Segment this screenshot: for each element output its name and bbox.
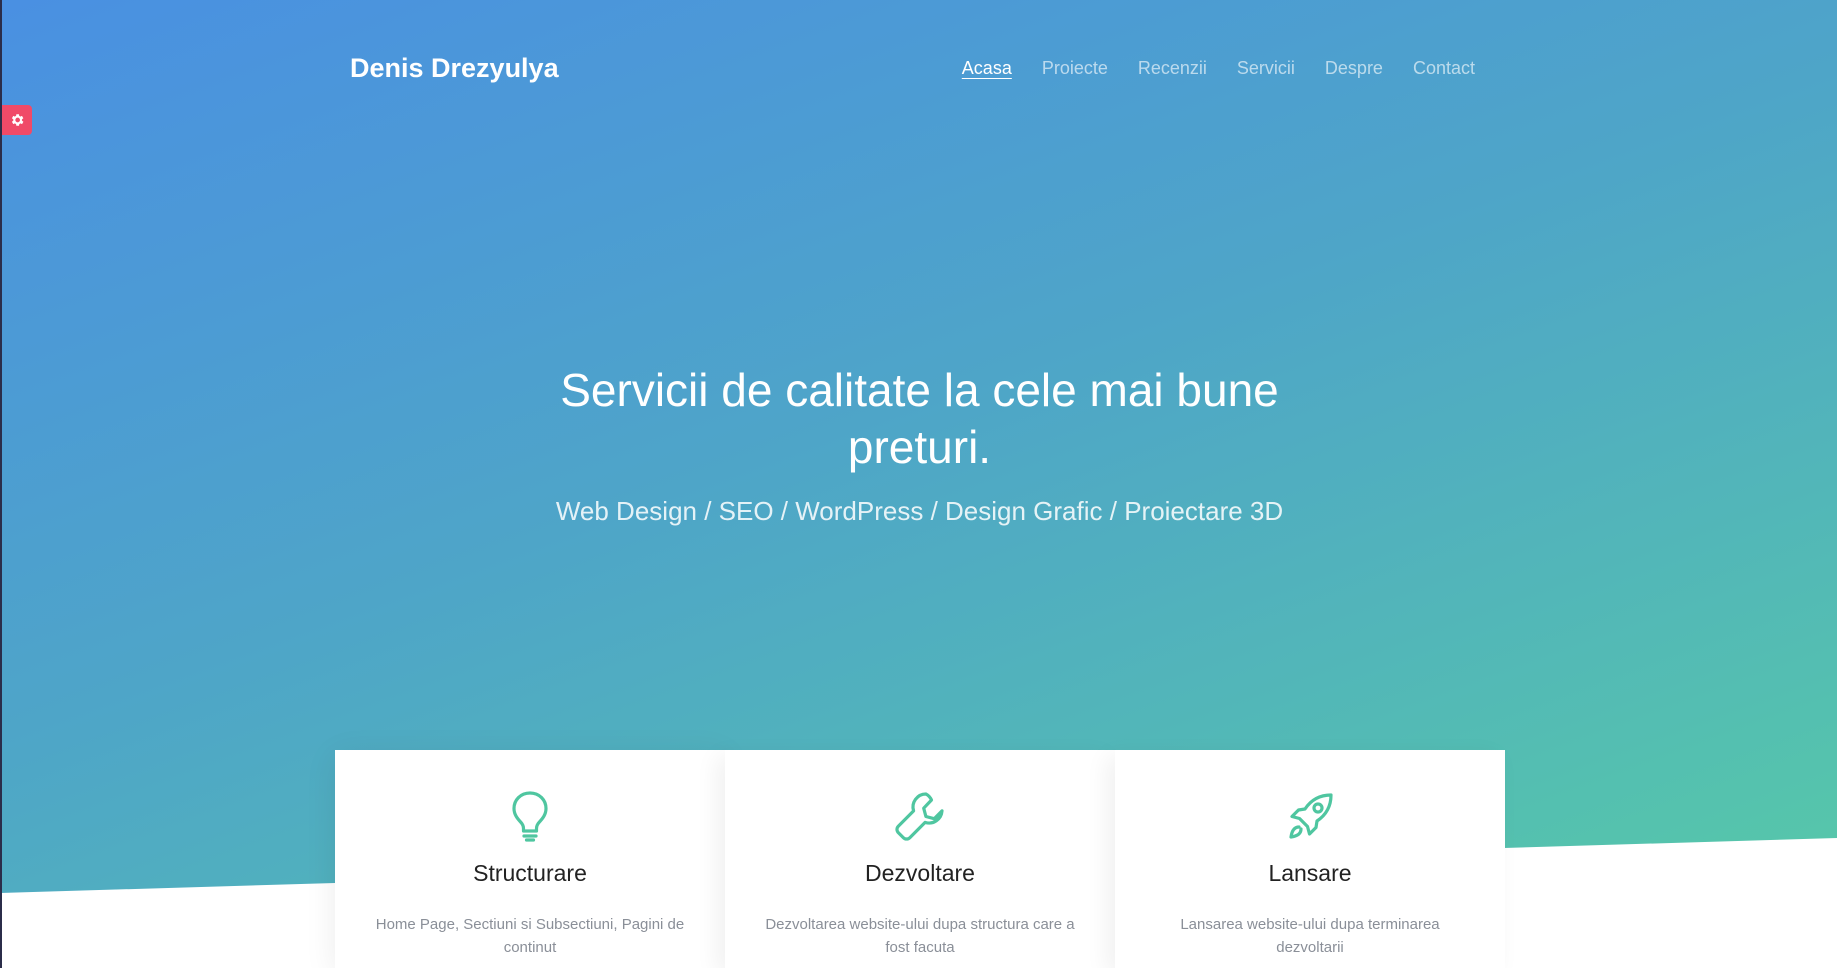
nav-link-recenzii[interactable]: Recenzii [1138,58,1207,79]
nav-link-acasa[interactable]: Acasa [962,58,1012,79]
nav-link-proiecte[interactable]: Proiecte [1042,58,1108,79]
gear-icon [11,114,24,126]
card-description: Lansarea website-ului dupa terminarea de… [1180,916,1440,956]
card-description: Dezvoltarea website-ului dupa structura … [765,916,1075,956]
service-card-lansare: Lansare Lansarea website-ului dupa termi… [1115,750,1505,968]
main-nav: Acasa Proiecte Recenzii Servicii Despre … [962,58,1475,79]
service-card-structurare: Structurare Home Page, Sectiuni si Subse… [335,750,725,968]
hero-tagline: Web Design / SEO / WordPress / Design Gr… [555,496,1284,526]
brand-logo[interactable]: Denis Drezyulya [350,53,559,84]
site-header: Denis Drezyulya Acasa Proiecte Recenzii … [350,44,1475,92]
wrench-icon [725,788,1115,844]
card-title: Structurare [473,860,587,886]
page: Denis Drezyulya Acasa Proiecte Recenzii … [0,0,1837,968]
rocket-icon [1115,788,1505,844]
card-title: Dezvoltare [865,860,975,886]
hero-headline: Servicii de calitate la cele mai bune pr… [560,364,1279,473]
nav-link-despre[interactable]: Despre [1325,58,1383,79]
lightbulb-icon [335,788,725,844]
service-card-dezvoltare: Dezvoltare Dezvoltarea website-ului dupa… [725,750,1115,968]
nav-link-contact[interactable]: Contact [1413,58,1475,79]
settings-toggle-button[interactable] [2,105,32,135]
nav-link-servicii[interactable]: Servicii [1237,58,1295,79]
card-description: Home Page, Sectiuni si Subsectiuni, Pagi… [375,916,685,956]
card-title: Lansare [1268,860,1352,886]
services-cards: Structurare Home Page, Sectiuni si Subse… [335,750,1505,968]
window-edge [0,0,2,968]
